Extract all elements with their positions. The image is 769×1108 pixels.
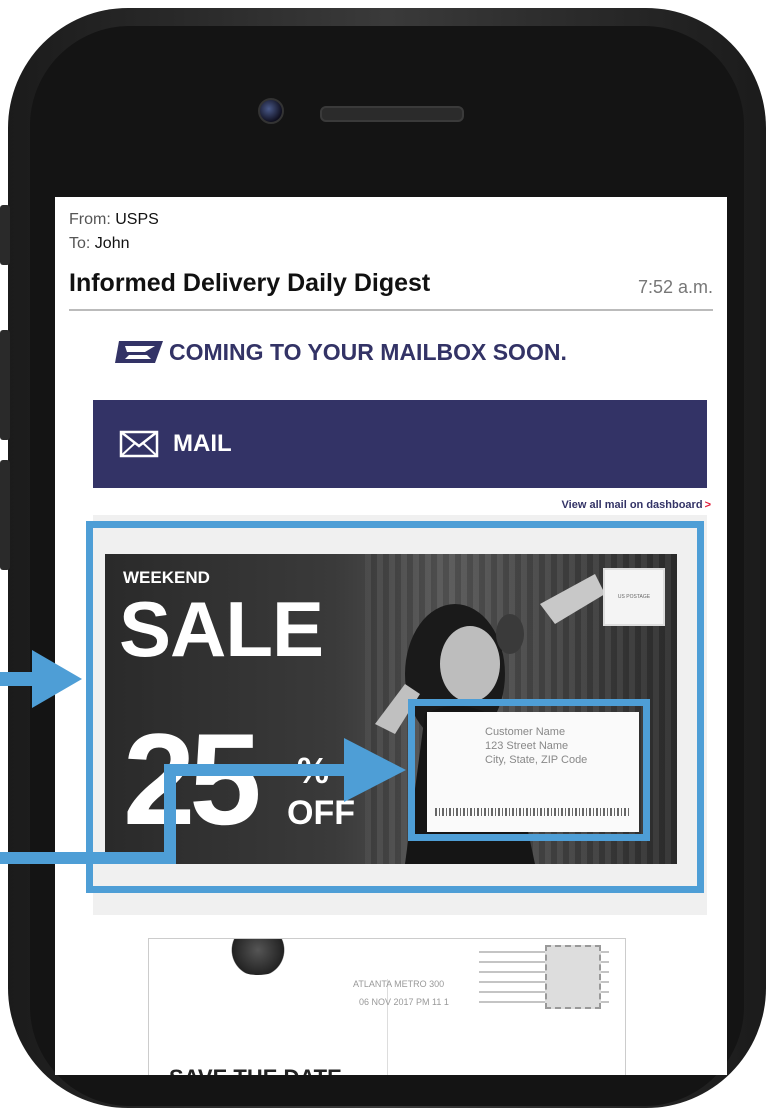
connector-line-horizontal [0,852,176,864]
email-time: 7:52 a.m. [637,277,713,297]
front-camera-icon [258,98,284,124]
chevron-right-icon: > [704,499,711,511]
connector-line-vertical [164,764,176,864]
arrow-right-icon [0,650,82,708]
volume-up-button [0,330,10,440]
mailpiece-save-the-date-card[interactable]: ATLANTA METRO 300 06 NOV 2017 PM 11 1 SA… [148,938,626,1075]
ornament-graphic [223,939,293,975]
view-dashboard-link[interactable]: View all mail on dashboard > [562,499,711,511]
from-label: From: [69,211,111,228]
view-dashboard-label[interactable]: View all mail on dashboard [562,499,703,511]
connector-line-top [164,764,364,776]
from-value: USPS [115,211,159,228]
postmark-line-1: ATLANTA METRO 300 [353,979,445,989]
earpiece-speaker [320,106,464,122]
coming-soon-text: COMING TO YOUR MAILBOX SOON. [169,338,567,365]
to-label: To: [69,235,91,252]
mail-section-label: MAIL [173,430,232,457]
flag-stamp [545,945,601,1009]
from-line: From: USPS [69,211,159,229]
volume-down-button [0,460,10,570]
arrow-right-address-icon [344,738,406,802]
mute-switch [0,205,10,265]
to-line: To: John [69,235,130,253]
email-subject: Informed Delivery Daily Digest [69,269,431,297]
card-divider [387,979,388,1075]
address-highlight-box [408,699,650,841]
header-divider [69,309,713,311]
to-value: John [94,235,130,252]
envelope-icon [119,430,159,458]
coming-soon-heading: COMING TO YOUR MAILBOX SOON. [115,337,567,367]
save-the-date-text: SAVE THE DATE [169,1065,342,1075]
usps-eagle-logo-icon [115,341,163,363]
postmark-line-2: 06 NOV 2017 PM 11 1 [359,997,449,1007]
mail-section-header: MAIL [93,400,707,488]
